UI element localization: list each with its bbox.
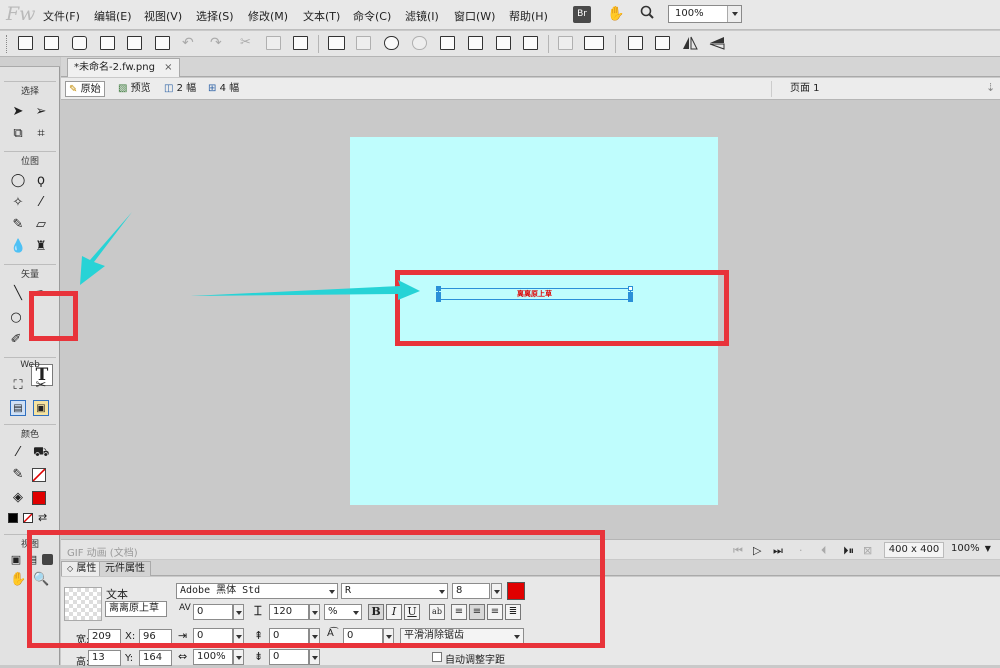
arrow-to-text-object xyxy=(190,280,420,300)
annotation-arrows xyxy=(80,212,420,300)
arrow-to-text-tool xyxy=(80,212,132,285)
